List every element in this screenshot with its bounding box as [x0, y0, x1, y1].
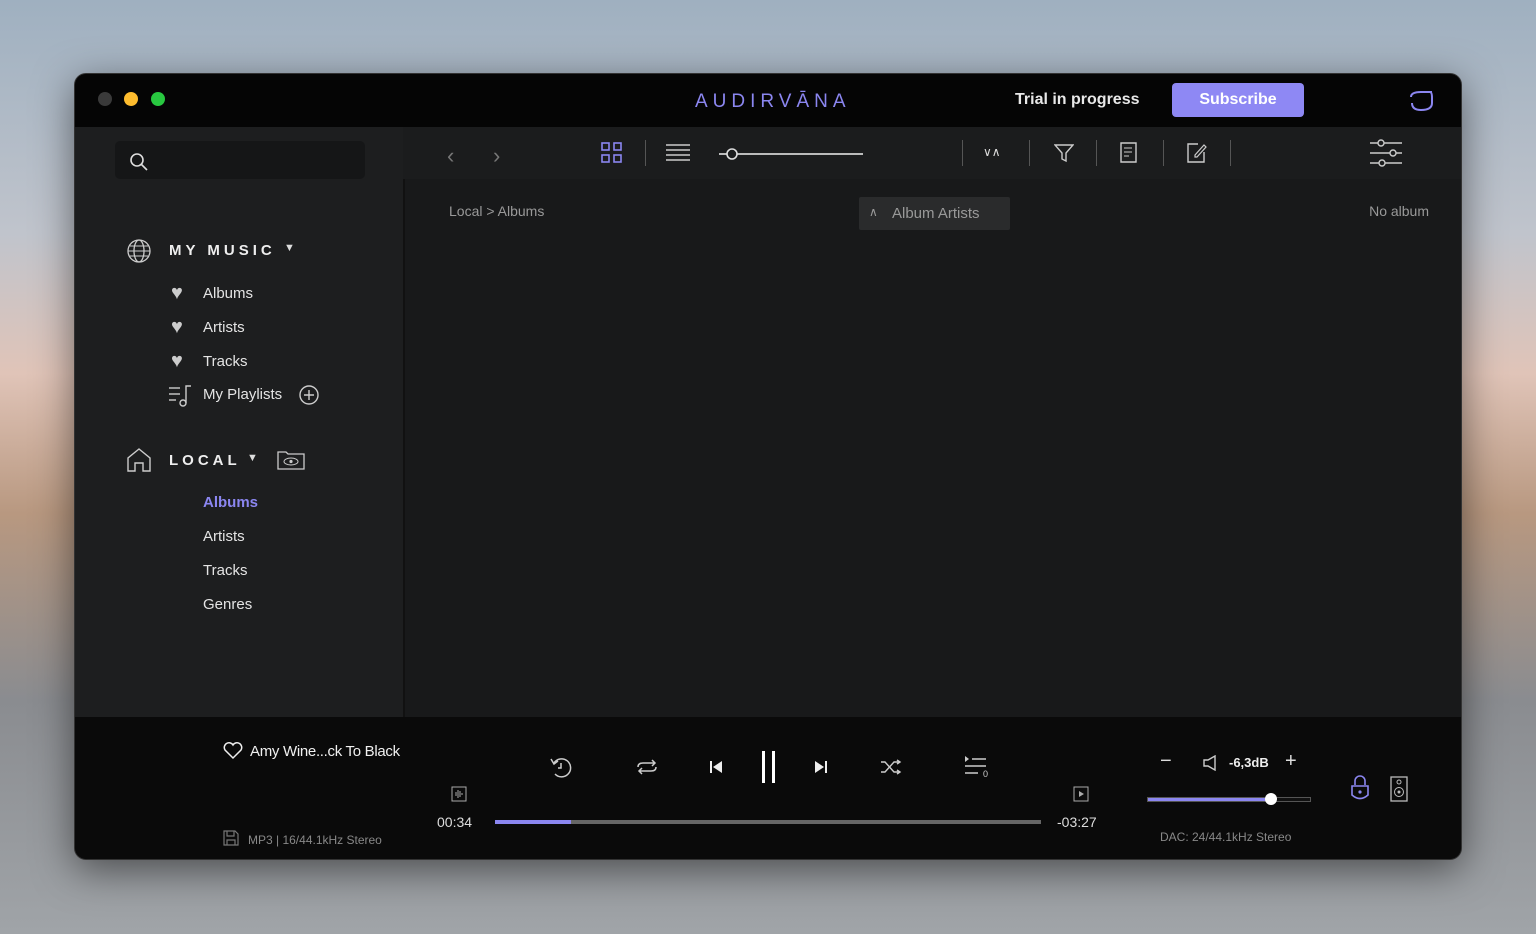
- minimize-window-button[interactable]: [124, 92, 138, 106]
- pause-button[interactable]: [760, 751, 778, 783]
- file-format: MP3 | 16/44.1kHz Stereo: [248, 833, 382, 847]
- audio-device-icon[interactable]: [1390, 776, 1408, 802]
- album-browser: Local > Albums ∧ Album Artists No album: [403, 179, 1461, 717]
- breadcrumb[interactable]: Local > Albums: [449, 203, 544, 219]
- search-icon: [129, 152, 149, 172]
- album-count: No album: [1369, 203, 1429, 219]
- watched-folder-icon[interactable]: [277, 450, 305, 470]
- sort-order-icon[interactable]: ∨∧: [983, 145, 1001, 159]
- remote-icon[interactable]: [1408, 89, 1434, 113]
- speaker-icon: [1203, 755, 1219, 771]
- search-input[interactable]: [115, 141, 365, 179]
- grid-view-icon[interactable]: [601, 142, 623, 164]
- volume-slider[interactable]: [1147, 793, 1311, 805]
- track-title[interactable]: Amy Wine...ck To Black: [250, 743, 400, 760]
- repeat-icon[interactable]: [636, 759, 658, 775]
- toolbar: ‹ › ∨∧: [403, 127, 1461, 179]
- dac-info: DAC: 24/44.1kHz Stereo: [1160, 830, 1292, 844]
- heart-outline-icon[interactable]: [223, 742, 243, 760]
- sidebar-item-fav-artists[interactable]: ♥ Artists: [171, 316, 245, 339]
- globe-icon: [126, 238, 152, 264]
- sidebar: MY MUSIC ▼ ♥ Albums ♥ Artists ♥ Tracks My P…: [75, 127, 403, 717]
- volume-down-button[interactable]: −: [1160, 750, 1172, 773]
- local-header[interactable]: LOCAL: [169, 452, 241, 469]
- close-window-button[interactable]: [98, 92, 112, 106]
- sort-label: Album Artists: [892, 205, 980, 222]
- file-icon: [223, 830, 239, 846]
- sidebar-item-label: Albums: [203, 285, 254, 302]
- divider: [1230, 140, 1231, 166]
- sort-by-button[interactable]: ∧ Album Artists: [859, 197, 1010, 230]
- forward-button[interactable]: ›: [493, 143, 500, 169]
- sidebar-item-fav-tracks[interactable]: ♥ Tracks: [171, 350, 247, 373]
- home-icon: [126, 447, 152, 473]
- next-track-button[interactable]: [814, 760, 828, 774]
- progress-bar[interactable]: [495, 820, 1041, 824]
- volume-knob[interactable]: [1265, 793, 1278, 805]
- app-window: AUDIRVĀNA Trial in progress Subscribe MY…: [74, 73, 1462, 860]
- app-logo: AUDIRVĀNA: [695, 91, 851, 112]
- list-view-icon[interactable]: [666, 143, 690, 163]
- chevron-down-icon[interactable]: ▼: [284, 242, 295, 254]
- remaining-time: -03:27: [1057, 814, 1097, 830]
- heart-icon: ♥: [171, 282, 183, 304]
- heart-icon: ♥: [171, 350, 183, 372]
- player-bar: Amy Wine...ck To Black MP3 | 16/44.1kHz …: [75, 717, 1461, 859]
- subscribe-button[interactable]: Subscribe: [1172, 83, 1304, 117]
- sidebar-item-my-playlists[interactable]: My Playlists: [203, 386, 282, 403]
- sidebar-item-fav-albums[interactable]: ♥ Albums: [171, 282, 253, 305]
- add-playlist-icon[interactable]: [298, 384, 320, 406]
- sidebar-item-label: Tracks: [203, 353, 248, 370]
- volume-fill: [1148, 798, 1272, 801]
- progress-fill: [495, 820, 572, 824]
- zoom-window-button[interactable]: [151, 92, 165, 106]
- exclusive-lock-icon[interactable]: [1350, 775, 1370, 801]
- playlist-icon: [168, 384, 194, 408]
- divider: [962, 140, 963, 166]
- chevron-up-icon: ∧: [869, 205, 878, 219]
- settings-sliders-icon[interactable]: [1369, 139, 1403, 167]
- shuffle-icon[interactable]: [880, 759, 902, 775]
- volume-up-button[interactable]: +: [1285, 750, 1297, 773]
- divider: [1096, 140, 1097, 166]
- queue-count: 0: [983, 769, 989, 779]
- queue-icon[interactable]: 0: [964, 755, 990, 779]
- sidebar-item-local-tracks[interactable]: Tracks: [203, 562, 247, 579]
- sidebar-item-local-genres[interactable]: Genres: [203, 596, 252, 613]
- back-button[interactable]: ‹: [447, 143, 454, 169]
- sidebar-item-local-artists[interactable]: Artists: [203, 528, 245, 545]
- title-bar: AUDIRVĀNA Trial in progress Subscribe: [75, 74, 1461, 127]
- play-next-icon[interactable]: [1073, 786, 1089, 802]
- divider: [1163, 140, 1164, 166]
- trial-status: Trial in progress: [1015, 91, 1140, 108]
- chevron-down-icon[interactable]: ▼: [247, 452, 258, 464]
- sidebar-item-local-albums[interactable]: Albums: [203, 494, 258, 511]
- sidebar-item-label: Artists: [203, 319, 245, 336]
- elapsed-time: 00:34: [437, 814, 473, 830]
- filter-icon[interactable]: [1054, 143, 1074, 163]
- waveform-icon[interactable]: [451, 786, 467, 802]
- heart-icon: ♥: [171, 316, 183, 338]
- edit-icon[interactable]: [1186, 142, 1208, 164]
- divider: [1029, 140, 1030, 166]
- replay-icon[interactable]: [549, 755, 573, 779]
- divider: [645, 140, 646, 166]
- volume-db: -6,3dB: [1229, 755, 1269, 770]
- previous-track-button[interactable]: [709, 760, 723, 774]
- track-info-icon[interactable]: [1120, 142, 1140, 164]
- thumbnail-size-slider[interactable]: [719, 147, 865, 161]
- my-music-header[interactable]: MY MUSIC: [169, 242, 276, 259]
